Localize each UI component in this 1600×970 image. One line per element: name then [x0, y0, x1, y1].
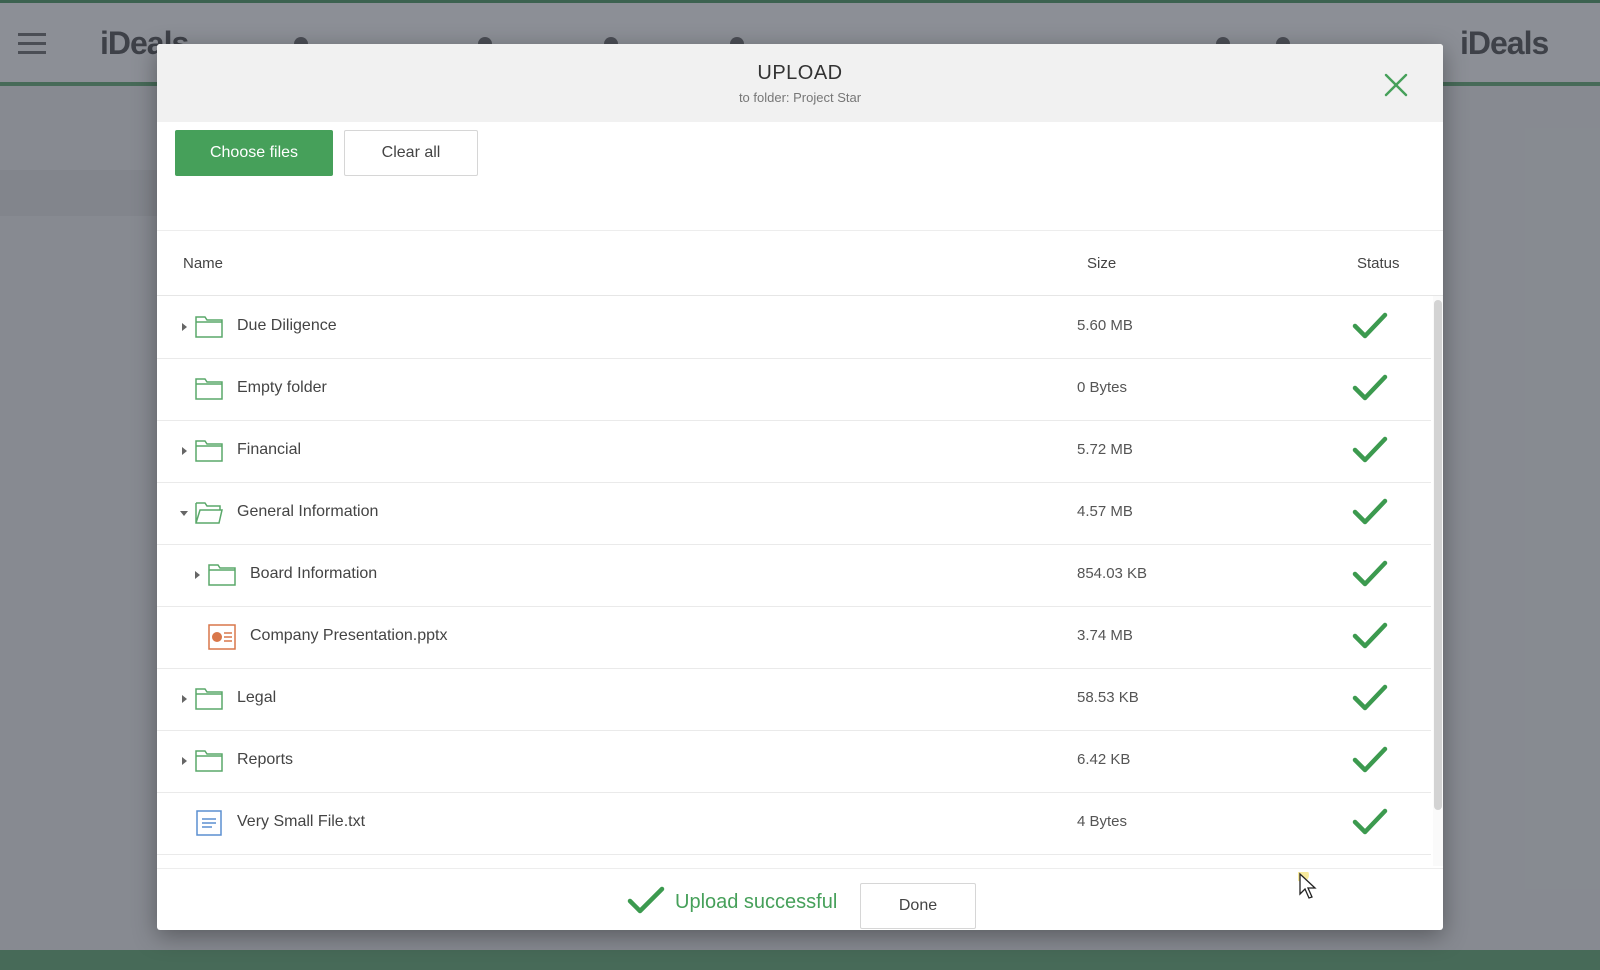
dialog-title: UPLOAD	[757, 62, 843, 84]
check-icon	[1352, 807, 1388, 837]
dialog-footer: Upload successful Done	[157, 868, 1443, 930]
file-size: 5.60 MB	[1077, 317, 1133, 334]
table-row[interactable]: Due Diligence 5.60 MB	[157, 296, 1431, 359]
file-name: Company Presentation.pptx	[250, 627, 448, 644]
check-icon	[1352, 621, 1388, 651]
file-size: 58.53 KB	[1077, 689, 1139, 706]
table-row[interactable]: Very Small File.txt 4 Bytes	[157, 792, 1431, 855]
column-header-size[interactable]: Size	[1087, 255, 1116, 272]
pptx-file-icon	[208, 624, 236, 650]
check-icon	[1352, 497, 1388, 527]
clear-all-button[interactable]: Clear all	[344, 130, 478, 176]
dialog-toolbar: Choose files Clear all	[157, 122, 1443, 230]
folder-icon	[208, 562, 236, 586]
file-name: Due Diligence	[237, 317, 337, 334]
folder-icon	[195, 438, 223, 462]
caret-right-icon[interactable]	[178, 444, 190, 456]
upload-status-text: Upload successful	[675, 891, 838, 913]
folder-icon	[195, 686, 223, 710]
done-button[interactable]: Done	[860, 883, 976, 929]
table-row[interactable]: Legal 58.53 KB	[157, 668, 1431, 731]
file-size: 0 Bytes	[1077, 379, 1128, 396]
caret-right-icon[interactable]	[191, 568, 203, 580]
file-size: 3.74 MB	[1077, 627, 1133, 644]
check-icon	[1352, 745, 1388, 775]
upload-file-list: Due Diligence 5.60 MB Empty folder 0 Bytes F…	[157, 296, 1431, 866]
file-name: Board Information	[250, 565, 378, 582]
file-size: 854.03 KB	[1077, 565, 1148, 582]
check-icon	[1352, 559, 1388, 589]
check-icon	[1352, 683, 1388, 713]
file-size: 4.57 MB	[1077, 503, 1133, 520]
upload-dialog: UPLOAD to folder: Project Star Choose fi…	[157, 44, 1443, 930]
table-row[interactable]: Financial 5.72 MB	[157, 420, 1431, 483]
check-icon	[1352, 311, 1388, 341]
table-row[interactable]: Reports 6.42 KB	[157, 730, 1431, 793]
txt-file-icon	[195, 810, 223, 836]
file-size: 6.42 KB	[1077, 751, 1131, 768]
check-icon	[1352, 435, 1388, 465]
folder-icon	[195, 314, 223, 338]
file-name: General Information	[237, 503, 379, 520]
file-size: 5.72 MB	[1077, 441, 1133, 458]
check-icon	[1352, 373, 1388, 403]
mouse-cursor-icon	[1295, 868, 1322, 904]
success-check-icon	[627, 886, 665, 916]
table-row[interactable]: Board Information 854.03 KB	[157, 544, 1431, 607]
dialog-subtitle: to folder: Project Star	[738, 90, 862, 105]
dialog-header: UPLOAD to folder: Project Star	[157, 44, 1443, 122]
column-header-status[interactable]: Status	[1357, 255, 1400, 272]
caret-down-icon[interactable]	[178, 506, 190, 518]
file-name: Financial	[237, 441, 302, 458]
caret-right-icon[interactable]	[178, 320, 190, 332]
folder-icon	[195, 748, 223, 772]
choose-files-button[interactable]: Choose files	[175, 130, 333, 176]
scrollbar[interactable]	[1433, 296, 1443, 866]
table-header: Name Size Status	[157, 230, 1443, 296]
column-header-name[interactable]: Name	[183, 255, 223, 272]
table-row[interactable]: General Information 4.57 MB	[157, 482, 1431, 545]
scrollbar-thumb[interactable]	[1434, 300, 1442, 810]
close-icon[interactable]	[1379, 68, 1413, 102]
file-size: 4 Bytes	[1077, 813, 1128, 830]
folder-icon	[195, 376, 223, 400]
file-name: Empty folder	[237, 379, 327, 396]
caret-right-icon[interactable]	[178, 692, 190, 704]
folder-open-icon	[195, 500, 223, 524]
file-name: Legal	[237, 689, 277, 706]
file-name: Very Small File.txt	[237, 813, 366, 830]
table-row[interactable]: Empty folder 0 Bytes	[157, 358, 1431, 421]
table-row[interactable]: Company Presentation.pptx 3.74 MB	[157, 606, 1431, 669]
caret-right-icon[interactable]	[178, 754, 190, 766]
file-name: Reports	[237, 751, 294, 768]
